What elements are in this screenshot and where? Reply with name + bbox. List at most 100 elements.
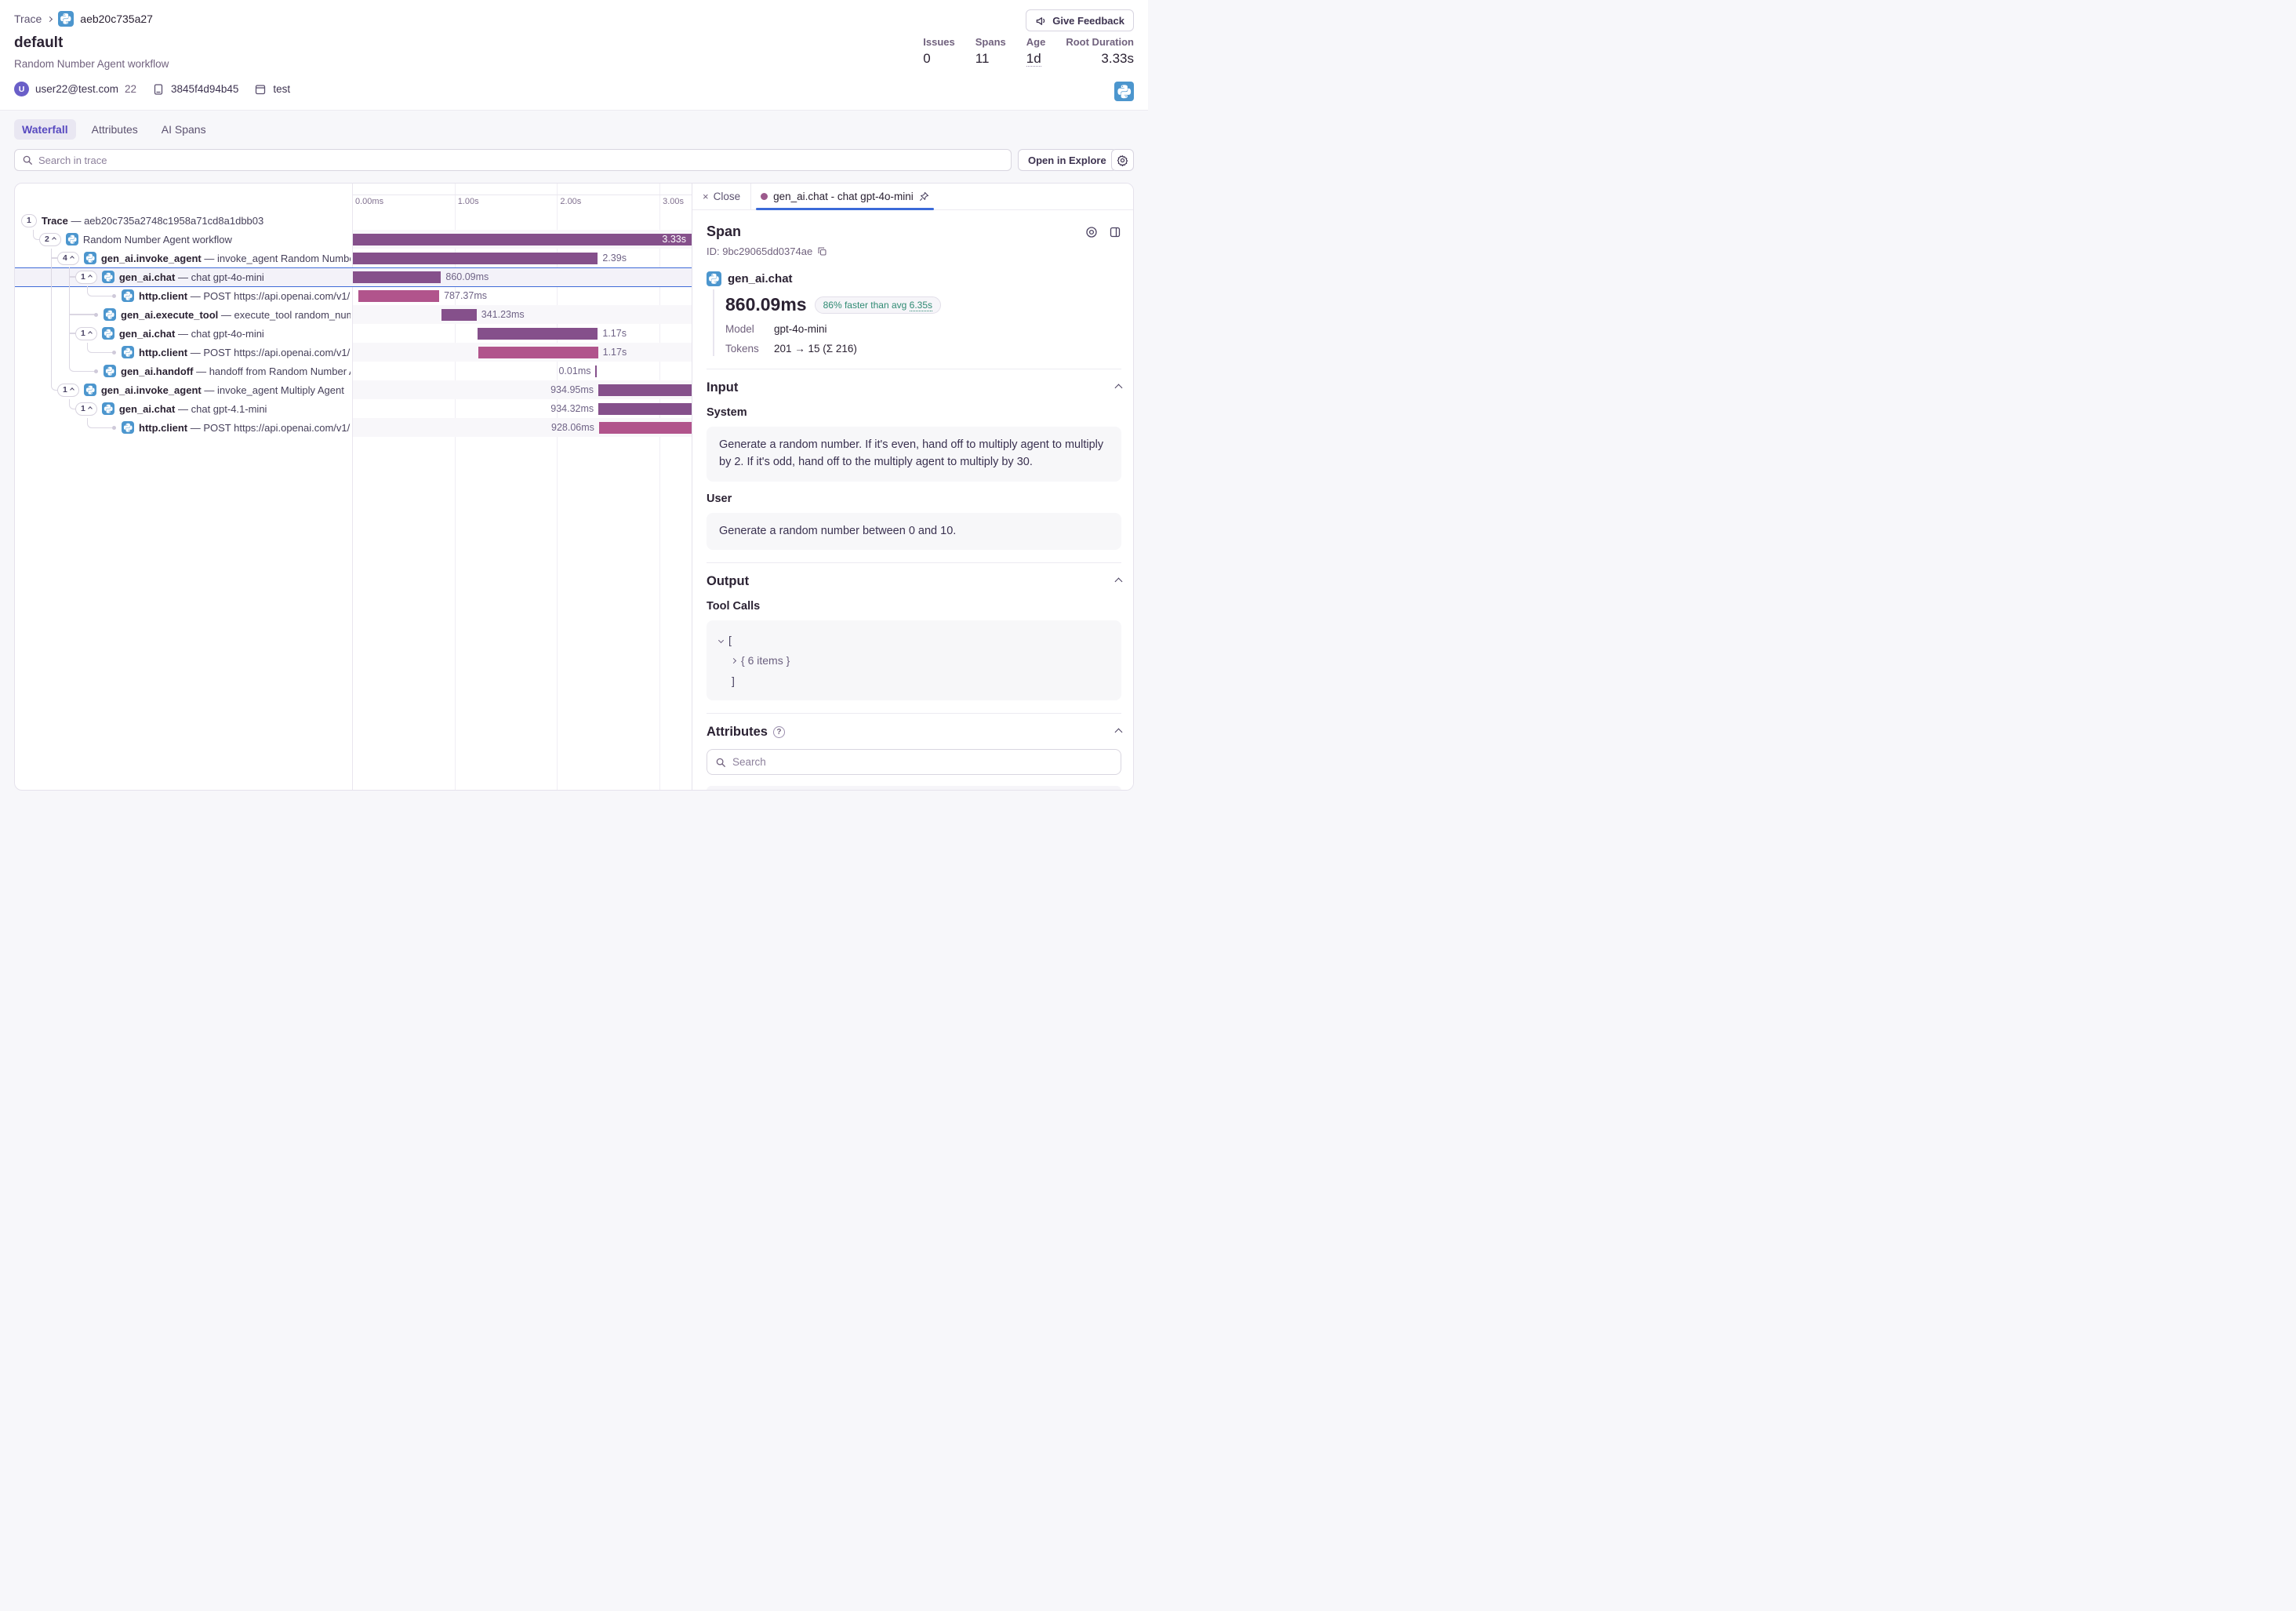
tool-calls-label: Tool Calls — [707, 600, 1121, 613]
span-row[interactable]: 2Random Number Agent workflow3.33s — [15, 230, 692, 249]
tree-rail — [69, 343, 70, 362]
duration-bar[interactable] — [441, 309, 477, 321]
span-label[interactable]: 1gen_ai.invoke_agent — invoke_agent Mult… — [57, 380, 351, 399]
panel-close-button[interactable]: × Close — [692, 184, 751, 209]
python-icon — [122, 346, 134, 358]
duration-bar[interactable] — [598, 403, 692, 415]
open-in-explore-button[interactable]: Open in Explore — [1018, 149, 1117, 171]
pin-icon[interactable] — [919, 191, 929, 202]
tab-ai-spans[interactable]: AI Spans — [154, 119, 214, 140]
tree-branch-connector — [69, 276, 75, 278]
focus-span-icon[interactable] — [1085, 226, 1098, 238]
duration-label: 1.17s — [602, 324, 627, 343]
tab-attributes[interactable]: Attributes — [84, 119, 146, 140]
trace-search[interactable] — [14, 149, 1012, 171]
span-label[interactable]: http.client — POST https://api.openai.co… — [122, 343, 351, 362]
tree-branch-connector — [69, 333, 75, 334]
span-label[interactable]: 2Random Number Agent workflow — [39, 230, 351, 249]
span-label[interactable]: http.client — POST https://api.openai.co… — [122, 286, 351, 305]
tree-elbow-connector — [87, 418, 114, 428]
duration-bar[interactable] — [353, 271, 441, 283]
breadcrumb-trace-link[interactable]: Trace — [14, 13, 42, 25]
span-row[interactable]: 1Trace — aeb20c735a2748c1958a71cd8a1dbb0… — [15, 211, 692, 230]
expand-collapse-badge[interactable]: 2 — [39, 233, 61, 246]
stat-spans: Spans11 — [975, 36, 1006, 67]
stat-age: Age1d — [1026, 36, 1046, 67]
span-label[interactable]: 1gen_ai.chat — chat gpt-4o-mini — [75, 267, 351, 286]
collapse-input-icon[interactable] — [1115, 384, 1123, 392]
expand-collapse-badge[interactable]: 4 — [57, 252, 79, 265]
breadcrumb-trace-id: aeb20c735a27 — [80, 13, 153, 25]
tokens-value: 201 → 15 (Σ 216) — [774, 343, 857, 355]
span-row[interactable]: http.client — POST https://api.openai.co… — [15, 343, 692, 362]
span-row[interactable]: gen_ai.execute_tool — execute_tool rando… — [15, 305, 692, 324]
trace-view-app: Trace aeb20c735a27 Give Feedback default… — [0, 0, 1148, 806]
span-label[interactable]: gen_ai.execute_tool — execute_tool rando… — [104, 305, 351, 324]
span-row[interactable]: http.client — POST https://api.openai.co… — [15, 418, 692, 437]
give-feedback-button[interactable]: Give Feedback — [1026, 9, 1134, 31]
attributes-search-input[interactable] — [732, 756, 1113, 768]
duration-bar[interactable] — [595, 365, 597, 377]
expand-collapse-badge[interactable]: 1 — [75, 327, 97, 340]
span-label[interactable]: 1gen_ai.chat — chat gpt-4.1-mini — [75, 399, 351, 418]
span-row[interactable]: 1gen_ai.invoke_agent — invoke_agent Mult… — [15, 380, 692, 399]
tree-elbow-connector — [69, 362, 96, 372]
trace-search-input[interactable] — [38, 155, 1004, 166]
collapse-output-icon[interactable] — [1115, 578, 1123, 586]
span-label[interactable]: gen_ai.handoff — handoff from Random Num… — [104, 362, 351, 380]
expand-collapse-badge[interactable]: 1 — [57, 384, 79, 397]
span-row[interactable]: 1gen_ai.chat — chat gpt-4.1-mini 934.32ms — [15, 399, 692, 418]
tree-rail — [51, 343, 52, 362]
environment[interactable]: test — [273, 83, 290, 95]
duration-bar[interactable] — [358, 290, 439, 302]
span-row[interactable]: 4gen_ai.invoke_agent — invoke_agent Rand… — [15, 249, 692, 267]
expand-collapse-badge[interactable]: 1 — [21, 214, 37, 227]
avg-duration[interactable]: 6.35s — [910, 300, 932, 311]
span-row[interactable]: 1gen_ai.chat — chat gpt-4o-mini 1.17s — [15, 324, 692, 343]
tree-rail — [51, 305, 52, 324]
span-label[interactable]: 1Trace — aeb20c735a2748c1958a71cd8a1dbb0… — [21, 211, 351, 230]
panel-tab-gen-ai-chat[interactable]: gen_ai.chat - chat gpt-4o-mini — [751, 184, 939, 209]
expand-collapse-badge[interactable]: 1 — [75, 271, 97, 284]
divider — [707, 562, 1121, 563]
span-row[interactable]: 1gen_ai.chat — chat gpt-4o-mini860.09ms — [15, 267, 692, 286]
timeline-tick-label: 2.00s — [560, 197, 581, 206]
span-label[interactable]: 4gen_ai.invoke_agent — invoke_agent Rand… — [57, 249, 351, 267]
user-email[interactable]: user22@test.com — [35, 83, 118, 95]
chevron-up-icon — [88, 331, 93, 336]
attributes-search[interactable] — [707, 749, 1121, 775]
panel-tab-bar: × Close gen_ai.chat - chat gpt-4o-mini — [692, 184, 1134, 210]
span-label[interactable]: http.client — POST https://api.openai.co… — [122, 418, 351, 437]
python-icon — [58, 11, 74, 27]
duration-bar[interactable] — [599, 422, 692, 434]
duration-bar[interactable] — [598, 384, 692, 396]
collapse-attributes-icon[interactable] — [1115, 729, 1123, 736]
duration-label: 2.39s — [602, 249, 627, 267]
device-id[interactable]: 3845f4d94b45 — [171, 83, 238, 95]
tab-waterfall[interactable]: Waterfall — [14, 119, 76, 140]
span-row[interactable]: gen_ai.handoff — handoff from Random Num… — [15, 362, 692, 380]
help-icon[interactable]: ? — [773, 726, 785, 738]
duration-bar[interactable] — [478, 347, 598, 358]
attributes-table: span descriptionchat gpt-4o-miniduration… — [707, 786, 1121, 791]
stat-issues: Issues0 — [923, 36, 954, 67]
span-row[interactable]: http.client — POST https://api.openai.co… — [15, 286, 692, 305]
chevron-right-icon[interactable] — [731, 658, 736, 664]
duration-label: 934.32ms — [550, 399, 594, 418]
layout-panel-icon[interactable] — [1109, 226, 1121, 238]
copy-icon[interactable] — [817, 246, 827, 256]
tree-rail — [51, 362, 52, 380]
model-value: gpt-4o-mini — [774, 323, 827, 335]
python-icon — [102, 402, 114, 415]
tree-leaf-dot — [112, 294, 116, 298]
duration-bar[interactable] — [353, 253, 598, 264]
span-op-name: gen_ai.chat — [728, 272, 793, 285]
span-label[interactable]: 1gen_ai.chat — chat gpt-4o-mini — [75, 324, 351, 343]
settings-button[interactable] — [1111, 149, 1134, 171]
json-collapsed-items[interactable]: { 6 items } — [741, 654, 790, 667]
system-label: System — [707, 406, 1121, 419]
duration-bar[interactable] — [478, 328, 598, 340]
duration-label: 934.95ms — [550, 380, 594, 399]
expand-collapse-badge[interactable]: 1 — [75, 402, 97, 416]
chevron-down-icon[interactable] — [718, 638, 724, 643]
